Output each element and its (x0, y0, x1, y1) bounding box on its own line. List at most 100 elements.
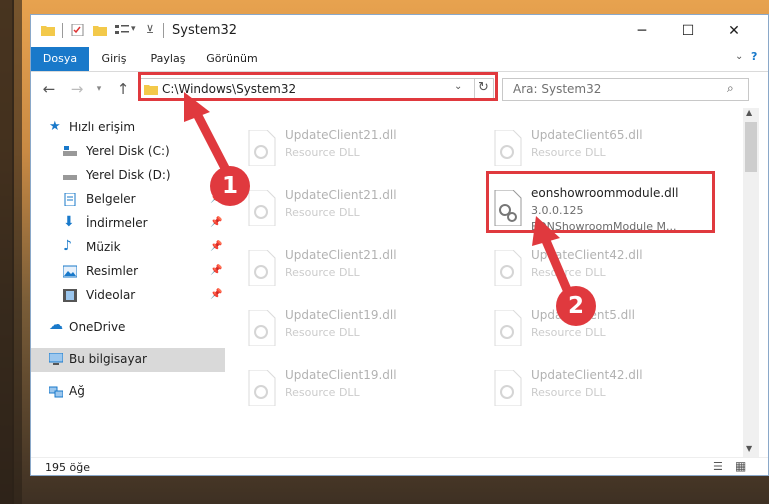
chevron-down-icon[interactable]: ▾ (131, 24, 136, 34)
dll-file-icon (494, 250, 522, 286)
sidebar-item-label: Yerel Disk (D:) (86, 168, 171, 182)
file-description: Resource DLL (531, 386, 606, 399)
search-input[interactable]: Ara: System32 (513, 82, 601, 96)
pin-icon[interactable]: 📌 (210, 217, 222, 228)
download-icon: ⬇ (63, 214, 75, 230)
sidebar-item-this-pc[interactable]: Bu bilgisayar (31, 348, 225, 372)
file-description: Resource DLL (285, 326, 360, 339)
details-view-icon[interactable]: ☰ (713, 460, 723, 473)
close-icon: ✕ (728, 22, 740, 39)
back-button[interactable]: ← (39, 79, 59, 99)
sidebar-item-label: İndirmeler (86, 216, 148, 230)
arrow-left-icon: ← (42, 80, 56, 98)
list-item[interactable]: UpdateClient42.dll Resource DLL (485, 360, 713, 414)
item-count: 195 öğe (45, 461, 90, 474)
minimize-button[interactable]: ─ (619, 15, 665, 46)
tab-home[interactable]: Giriş (93, 47, 135, 71)
maximize-button[interactable]: ☐ (665, 15, 711, 46)
sidebar-item-label: Müzik (86, 240, 121, 254)
file-name: UpdateClient65.dll (531, 128, 643, 142)
sidebar-item-onedrive[interactable]: ☁ OneDrive (31, 316, 225, 340)
document-icon (64, 193, 76, 206)
address-bar-highlight (138, 72, 498, 101)
step-badge-2: 2 (556, 286, 596, 326)
folder-icon (41, 26, 55, 36)
arrow-up-icon: ↑ (116, 80, 130, 98)
search-box[interactable]: Ara: System32 ⌕ (502, 78, 749, 101)
drive-icon (63, 146, 77, 156)
list-item[interactable]: UpdateClient65.dll Resource DLL (485, 120, 713, 174)
sidebar-item-music[interactable]: ♪ Müzik 📌 (31, 236, 225, 260)
properties-icon[interactable] (71, 24, 85, 36)
window-title: System32 (172, 23, 238, 38)
file-description: Resource DLL (285, 266, 360, 279)
sidebar-item-local-disk-c[interactable]: Yerel Disk (C:) (31, 140, 225, 164)
file-description: Resource DLL (285, 386, 360, 399)
search-icon: ⌕ (727, 81, 734, 95)
arrow-right-icon: → (70, 80, 84, 98)
new-folder-icon[interactable] (93, 24, 107, 36)
sidebar-item-local-disk-d[interactable]: Yerel Disk (D:) (31, 164, 225, 188)
customize-toolbar-icon[interactable]: ⊻ (146, 23, 154, 36)
chevron-down-icon: ▾ (96, 84, 102, 94)
tab-share[interactable]: Paylaş (143, 47, 193, 71)
maximize-icon: ☐ (681, 22, 695, 39)
sidebar-item-quick-access[interactable]: ★ Hızlı erişim (31, 116, 225, 140)
recent-locations-button[interactable]: ▾ (89, 79, 109, 99)
tab-file[interactable]: Dosya (31, 47, 89, 71)
list-item[interactable]: UpdateClient19.dll Resource DLL (239, 360, 467, 414)
sidebar-item-label: Hızlı erişim (69, 120, 136, 134)
tree-trunk (12, 0, 22, 504)
sidebar-item-label: Videolar (86, 288, 136, 302)
step-badge-1: 1 (210, 166, 250, 206)
close-button[interactable]: ✕ (711, 15, 757, 46)
file-name: UpdateClient21.dll (285, 188, 397, 202)
target-file-highlight (486, 171, 715, 233)
view-options-icon[interactable] (115, 24, 129, 36)
large-icons-view-icon[interactable]: ▦ (735, 459, 746, 473)
sidebar-item-label: Yerel Disk (C:) (86, 144, 170, 158)
up-button[interactable]: ↑ (113, 79, 133, 99)
pin-icon[interactable]: 📌 (210, 241, 222, 252)
list-item[interactable]: UpdateClient21.dll Resource DLL (239, 120, 467, 174)
sidebar-item-label: Belgeler (86, 192, 136, 206)
tab-view[interactable]: Görünüm (201, 47, 263, 71)
file-name: UpdateClient42.dll (531, 248, 643, 262)
list-item[interactable]: UpdateClient19.dll Resource DLL (239, 300, 467, 354)
sidebar-item-pictures[interactable]: Resimler 📌 (31, 260, 225, 284)
file-description: Resource DLL (531, 326, 606, 339)
cloud-icon: ☁ (49, 317, 63, 333)
list-item[interactable]: UpdateClient21.dll Resource DLL (239, 180, 467, 234)
list-item[interactable]: UpdateClient5.dll Resource DLL (485, 300, 713, 354)
scrollbar-thumb[interactable] (745, 122, 757, 172)
forward-button[interactable]: → (67, 79, 87, 99)
vertical-scrollbar[interactable]: ▲ ▼ (743, 108, 759, 457)
list-item[interactable]: UpdateClient21.dll Resource DLL (239, 240, 467, 294)
video-icon (63, 289, 77, 302)
music-icon: ♪ (63, 238, 72, 254)
file-name: UpdateClient19.dll (285, 368, 397, 382)
sidebar-item-videos[interactable]: Videolar 📌 (31, 284, 225, 308)
help-icon[interactable]: ? (751, 50, 757, 63)
pin-icon[interactable]: 📌 (210, 265, 222, 276)
minimize-icon: ─ (637, 22, 647, 39)
sidebar-item-downloads[interactable]: ⬇ İndirmeler 📌 (31, 212, 225, 236)
file-name: UpdateClient42.dll (531, 368, 643, 382)
sidebar-item-label: Resimler (86, 264, 139, 278)
title-bar: ▾ ⊻ System32 ─ ☐ ✕ (31, 15, 768, 47)
expand-ribbon-icon[interactable]: ⌄ (735, 51, 743, 62)
scroll-down-icon[interactable]: ▼ (746, 444, 752, 453)
drive-icon (63, 175, 77, 180)
list-item[interactable]: UpdateClient42.dll Resource DLL (485, 240, 713, 294)
file-description: Resource DLL (531, 146, 606, 159)
sidebar-item-documents[interactable]: Belgeler 📌 (31, 188, 225, 212)
pin-icon[interactable]: 📌 (210, 289, 222, 300)
scroll-up-icon[interactable]: ▲ (746, 108, 752, 117)
star-icon: ★ (49, 119, 61, 134)
sidebar-item-network[interactable]: Ağ (31, 380, 225, 404)
status-bar: 195 öğe ☰ ▦ (31, 457, 768, 475)
dll-file-icon (494, 370, 522, 406)
dll-file-icon (248, 310, 276, 346)
computer-icon (49, 353, 63, 365)
network-icon (49, 386, 63, 398)
